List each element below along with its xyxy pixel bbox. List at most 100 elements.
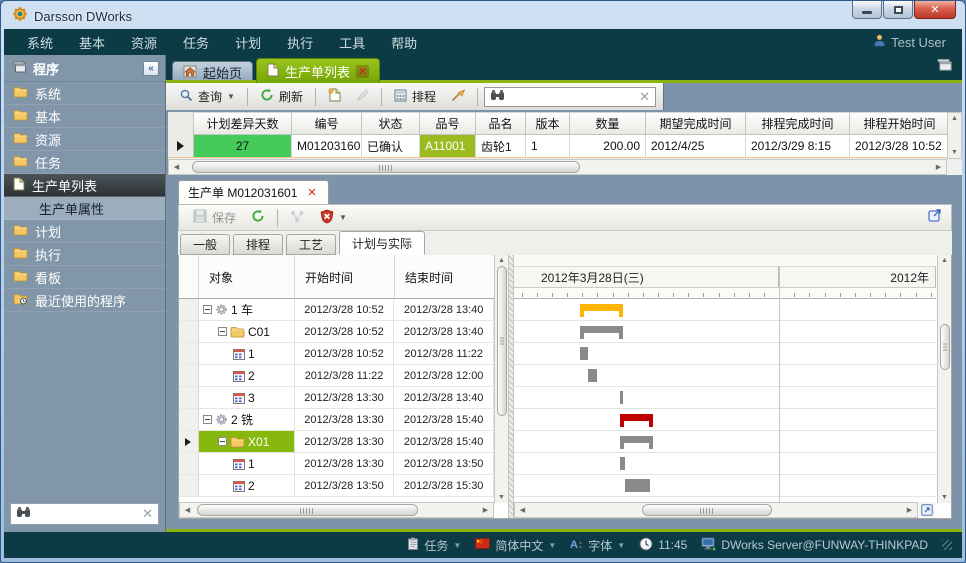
gantt-horizontal-scrollbar[interactable]: ◀ ▶	[514, 502, 918, 518]
menu-item-7[interactable]: 工具	[326, 29, 378, 55]
gantt-bar[interactable]	[620, 436, 653, 443]
window-list-icon[interactable]	[937, 58, 952, 76]
menu-item-6[interactable]: 执行	[274, 29, 326, 55]
refresh-icon	[251, 209, 265, 226]
sidebar-item-8[interactable]: 执行	[4, 243, 165, 266]
grid-filter-input[interactable]	[510, 90, 634, 104]
status-font-dropdown[interactable]: A 字体 ▼	[570, 537, 625, 554]
schedule-button[interactable]: 排程	[388, 86, 442, 107]
page-tab-2[interactable]: 排程	[233, 234, 283, 255]
gantt-bar[interactable]	[580, 304, 622, 311]
gantt-bar[interactable]	[620, 457, 625, 470]
sidebar-item-2[interactable]: 基本	[4, 105, 165, 128]
tree-expand-icon[interactable]	[218, 327, 227, 336]
grid-row[interactable]: 27M012031601已确认A11001齿轮11200.002012/4/25…	[168, 135, 947, 158]
grid-filter-clear-icon[interactable]: ✕	[639, 89, 650, 105]
restore-button[interactable]	[883, 1, 913, 19]
sidebar-item-9[interactable]: 看板	[4, 266, 165, 289]
grid-cell: 200.00	[570, 135, 646, 157]
refresh-button[interactable]: 刷新	[254, 86, 309, 107]
grid-column-header[interactable]: 版本	[526, 112, 570, 135]
minimize-button[interactable]	[852, 1, 882, 19]
tree-column-header[interactable]: 开始时间	[295, 255, 395, 299]
sidebar-collapse-button[interactable]: «	[143, 61, 159, 76]
tree-vertical-scrollbar[interactable]: ▲ ▼	[494, 255, 508, 503]
tree-row[interactable]: 1 车2012/3/28 10:522012/3/28 13:40	[179, 299, 494, 321]
tree-row[interactable]: 22012/3/28 13:502012/3/28 15:30	[179, 475, 494, 497]
tree-column-header[interactable]: 对象	[199, 255, 295, 299]
grid-column-header[interactable]: 排程完成时间	[746, 112, 850, 135]
open-new-window-icon[interactable]	[927, 207, 943, 228]
grid-column-header[interactable]: 品名	[476, 112, 526, 135]
status-task-dropdown[interactable]: 任务 ▼	[407, 537, 461, 554]
tree-expand-icon[interactable]	[203, 305, 212, 314]
page-tab-1[interactable]: 一般	[180, 234, 230, 255]
gantt-expand-icon[interactable]	[919, 502, 935, 517]
gantt-bar[interactable]	[588, 369, 598, 382]
resize-grip[interactable]	[942, 540, 952, 550]
grid-column-header[interactable]: 状态	[362, 112, 420, 135]
menu-item-8[interactable]: 帮助	[378, 29, 430, 55]
tab-production-order-list[interactable]: 生产单列表 ✕	[256, 58, 380, 83]
order-doc-close-icon[interactable]: ✕	[305, 186, 318, 199]
sidebar-item-3[interactable]: 资源	[4, 128, 165, 151]
close-button[interactable]: ✕	[914, 1, 956, 19]
sidebar-item-1[interactable]: 系统	[4, 82, 165, 105]
tree-horizontal-scrollbar[interactable]: ◀ ▶	[179, 502, 494, 518]
tree-row[interactable]: 12012/3/28 13:302012/3/28 13:50	[179, 453, 494, 475]
save-button[interactable]: 保存	[187, 207, 242, 228]
sidebar-search-input[interactable]	[36, 507, 137, 521]
user-menu[interactable]: Test User	[873, 34, 952, 50]
sidebar-item-6[interactable]: 生产单属性	[4, 197, 165, 220]
sidebar-item-4[interactable]: 任务	[4, 151, 165, 174]
flow-button[interactable]	[284, 208, 311, 228]
gantt-bar[interactable]	[620, 391, 623, 404]
tree-row[interactable]: 22012/3/28 11:222012/3/28 12:00	[179, 365, 494, 387]
sidebar-item-7[interactable]: 计划	[4, 220, 165, 243]
sidebar-item-5[interactable]: 生产单列表	[4, 174, 165, 197]
grid-column-header[interactable]: 计划差异天数	[194, 112, 292, 135]
edit-button[interactable]	[350, 87, 375, 107]
clear-schedule-button[interactable]	[445, 86, 471, 107]
sidebar-item-label: 计划	[35, 222, 61, 241]
sidebar-search-clear-icon[interactable]: ✕	[142, 506, 153, 522]
menu-item-5[interactable]: 计划	[222, 29, 274, 55]
gantt-bar[interactable]	[580, 326, 622, 333]
menu-bar: 系统基本资源任务计划执行工具帮助 Test User	[4, 29, 962, 55]
gantt-bar[interactable]	[580, 347, 588, 360]
grid-horizontal-scrollbar[interactable]: ◀ ▶	[168, 159, 947, 175]
status-language-dropdown[interactable]: 简体中文 ▼	[475, 537, 556, 554]
order-doc-tab[interactable]: 生产单 M012031601 ✕	[178, 180, 329, 204]
new-button[interactable]	[322, 86, 347, 107]
query-button[interactable]: 查询 ▼	[173, 86, 241, 107]
tree-expand-icon[interactable]	[218, 437, 227, 446]
grid-column-header[interactable]: 期望完成时间	[646, 112, 746, 135]
menu-item-3[interactable]: 资源	[118, 29, 170, 55]
menu-item-4[interactable]: 任务	[170, 29, 222, 55]
tab-close-icon[interactable]: ✕	[356, 65, 369, 78]
gantt-tick	[840, 293, 841, 297]
tree-row[interactable]: C012012/3/28 10:522012/3/28 13:40	[179, 321, 494, 343]
gantt-bar[interactable]	[625, 479, 650, 492]
refresh-order-button[interactable]	[245, 207, 271, 228]
page-tab-3[interactable]: 工艺	[286, 234, 336, 255]
tree-row[interactable]: 2 铣2012/3/28 13:302012/3/28 15:40	[179, 409, 494, 431]
sidebar-item-10[interactable]: 最近使用的程序	[4, 289, 165, 312]
gantt-vertical-scrollbar[interactable]: ▲ ▼	[937, 255, 951, 503]
tree-row[interactable]: 32012/3/28 13:302012/3/28 13:40	[179, 387, 494, 409]
gantt-bar[interactable]	[620, 414, 653, 421]
grid-column-header[interactable]: 编号	[292, 112, 362, 135]
grid-column-header[interactable]: 数量	[570, 112, 646, 135]
grid-vertical-scrollbar[interactable]: ▲▼	[947, 112, 962, 159]
grid-column-header[interactable]: 品号	[420, 112, 476, 135]
tree-expand-icon[interactable]	[203, 415, 212, 424]
tree-row[interactable]: X012012/3/28 13:302012/3/28 15:40	[179, 431, 494, 453]
grid-column-header[interactable]: 排程开始时间	[850, 112, 947, 135]
cancel-confirm-button[interactable]: ▼	[314, 207, 353, 229]
menu-item-2[interactable]: 基本	[66, 29, 118, 55]
tree-row[interactable]: 12012/3/28 10:522012/3/28 11:22	[179, 343, 494, 365]
tree-column-header[interactable]: 结束时间	[395, 255, 495, 299]
page-tab-4[interactable]: 计划与实际	[339, 231, 425, 255]
menu-item-1[interactable]: 系统	[14, 29, 66, 55]
grid-cell: 2012/4/25	[646, 135, 746, 157]
